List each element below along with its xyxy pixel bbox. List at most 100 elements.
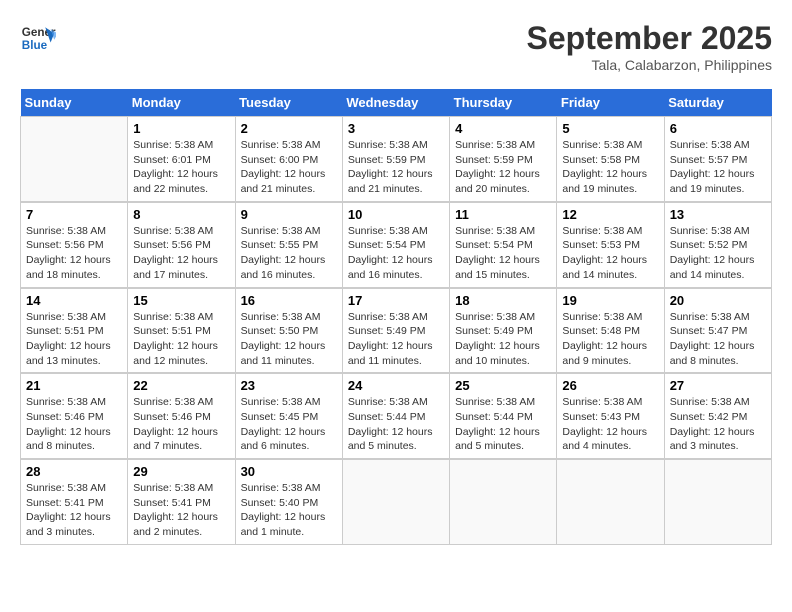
day-info: Sunrise: 5:38 AM Sunset: 6:00 PM Dayligh… [241, 138, 337, 197]
day-number: 16 [241, 293, 337, 308]
weekday-header-tuesday: Tuesday [235, 89, 342, 117]
day-number: 14 [26, 293, 122, 308]
calendar-cell [557, 459, 664, 544]
calendar-cell [342, 459, 449, 544]
day-number: 4 [455, 121, 551, 136]
weekday-header-sunday: Sunday [21, 89, 128, 117]
calendar-cell: 21Sunrise: 5:38 AM Sunset: 5:46 PM Dayli… [21, 373, 128, 459]
calendar-week-row: 14 Sunrise: 5:38 AM Sunset: 5:51 PM Dayli… [21, 288, 772, 374]
day-number: 25 [455, 378, 551, 393]
calendar-cell: 2Sunrise: 5:38 AM Sunset: 6:00 PM Daylig… [235, 117, 342, 202]
day-info: Sunrise: 5:38 AM Sunset: 5:45 PM Dayligh… [241, 395, 337, 454]
calendar-table: SundayMondayTuesdayWednesdayThursdayFrid… [20, 89, 772, 545]
calendar-cell: 8 Sunrise: 5:38 AM Sunset: 5:56 PM Daylig… [128, 202, 235, 288]
day-info: Sunrise: 5:38 AM Sunset: 5:42 PM Dayligh… [670, 395, 766, 454]
calendar-cell: 12 Sunrise: 5:38 AM Sunset: 5:53 PM Dayli… [557, 202, 664, 288]
day-info: Sunrise: 5:38 AM Sunset: 5:53 PM Dayligh… [562, 224, 658, 283]
day-info: Sunrise: 5:38 AM Sunset: 5:51 PM Dayligh… [26, 310, 122, 369]
day-info: Sunrise: 5:38 AM Sunset: 5:44 PM Dayligh… [455, 395, 551, 454]
day-info: Sunrise: 5:38 AM Sunset: 5:59 PM Dayligh… [348, 138, 444, 197]
calendar-cell: 30Sunrise: 5:38 AM Sunset: 5:40 PM Dayli… [235, 459, 342, 544]
calendar-cell: 26 Sunrise: 5:38 AM Sunset: 5:43 PM Dayli… [557, 373, 664, 459]
title-block: September 2025 Tala, Calabarzon, Philipp… [527, 20, 772, 73]
day-info: Sunrise: 5:38 AM Sunset: 5:46 PM Dayligh… [133, 395, 229, 454]
day-info: Sunrise: 5:38 AM Sunset: 5:59 PM Dayligh… [455, 138, 551, 197]
calendar-cell: 22Sunrise: 5:38 AM Sunset: 5:46 PM Dayli… [128, 373, 235, 459]
calendar-cell [21, 117, 128, 202]
location: Tala, Calabarzon, Philippines [527, 57, 772, 73]
day-info: Sunrise: 5:38 AM Sunset: 5:54 PM Dayligh… [348, 224, 444, 283]
day-number: 28 [26, 464, 122, 479]
calendar-week-row: 1Sunrise: 5:38 AM Sunset: 6:01 PM Daylig… [21, 117, 772, 202]
calendar-cell: 13 Sunrise: 5:38 AM Sunset: 5:52 PM Dayli… [664, 202, 771, 288]
day-info: Sunrise: 5:38 AM Sunset: 5:56 PM Dayligh… [133, 224, 229, 283]
day-number: 27 [670, 378, 766, 393]
day-number: 13 [670, 207, 766, 222]
calendar-cell [664, 459, 771, 544]
calendar-cell: 23 Sunrise: 5:38 AM Sunset: 5:45 PM Dayli… [235, 373, 342, 459]
day-info: Sunrise: 5:38 AM Sunset: 5:58 PM Dayligh… [562, 138, 658, 197]
calendar-cell: 18 Sunrise: 5:38 AM Sunset: 5:49 PM Dayli… [450, 288, 557, 374]
day-number: 20 [670, 293, 766, 308]
day-number: 12 [562, 207, 658, 222]
day-info: Sunrise: 5:38 AM Sunset: 5:49 PM Dayligh… [455, 310, 551, 369]
day-number: 11 [455, 207, 551, 222]
day-number: 7 [26, 207, 122, 222]
day-number: 5 [562, 121, 658, 136]
day-info: Sunrise: 5:38 AM Sunset: 5:52 PM Dayligh… [670, 224, 766, 283]
day-number: 29 [133, 464, 229, 479]
logo-icon: General Blue [20, 20, 56, 56]
day-number: 18 [455, 293, 551, 308]
calendar-cell: 4 Sunrise: 5:38 AM Sunset: 5:59 PM Daylig… [450, 117, 557, 202]
weekday-header-saturday: Saturday [664, 89, 771, 117]
day-info: Sunrise: 5:38 AM Sunset: 5:47 PM Dayligh… [670, 310, 766, 369]
day-number: 3 [348, 121, 444, 136]
calendar-cell: 16 Sunrise: 5:38 AM Sunset: 5:50 PM Dayli… [235, 288, 342, 374]
day-info: Sunrise: 5:38 AM Sunset: 5:57 PM Dayligh… [670, 138, 766, 197]
day-info: Sunrise: 5:38 AM Sunset: 5:48 PM Dayligh… [562, 310, 658, 369]
day-number: 23 [241, 378, 337, 393]
day-info: Sunrise: 5:38 AM Sunset: 5:51 PM Dayligh… [133, 310, 229, 369]
weekday-header-friday: Friday [557, 89, 664, 117]
day-info: Sunrise: 5:38 AM Sunset: 5:40 PM Dayligh… [241, 481, 337, 540]
calendar-week-row: 21 Sunrise: 5:38 AM Sunset: 5:46 PM Dayli… [21, 373, 772, 459]
weekday-header-wednesday: Wednesday [342, 89, 449, 117]
calendar-cell: 14 Sunrise: 5:38 AM Sunset: 5:51 PM Dayli… [21, 288, 128, 374]
day-info: Sunrise: 5:38 AM Sunset: 5:49 PM Dayligh… [348, 310, 444, 369]
calendar-cell: 3 Sunrise: 5:38 AM Sunset: 5:59 PM Daylig… [342, 117, 449, 202]
calendar-cell: 9 Sunrise: 5:38 AM Sunset: 5:55 PM Daylig… [235, 202, 342, 288]
day-number: 21 [26, 378, 122, 393]
day-number: 26 [562, 378, 658, 393]
page-header: General Blue September 2025 Tala, Calaba… [20, 20, 772, 73]
day-info: Sunrise: 5:38 AM Sunset: 5:41 PM Dayligh… [133, 481, 229, 540]
day-number: 8 [133, 207, 229, 222]
calendar-cell: 15 Sunrise: 5:38 AM Sunset: 5:51 PM Dayli… [128, 288, 235, 374]
day-number: 19 [562, 293, 658, 308]
day-info: Sunrise: 5:38 AM Sunset: 6:01 PM Dayligh… [133, 138, 229, 197]
calendar-cell: 29 Sunrise: 5:38 AM Sunset: 5:41 PM Dayli… [128, 459, 235, 544]
day-info: Sunrise: 5:38 AM Sunset: 5:50 PM Dayligh… [241, 310, 337, 369]
day-number: 9 [241, 207, 337, 222]
calendar-cell: 28 Sunrise: 5:38 AM Sunset: 5:41 PM Dayli… [21, 459, 128, 544]
svg-text:Blue: Blue [22, 39, 48, 52]
weekday-header-thursday: Thursday [450, 89, 557, 117]
calendar-cell: 6Sunrise: 5:38 AM Sunset: 5:57 PM Daylig… [664, 117, 771, 202]
logo: General Blue [20, 20, 56, 56]
month-title: September 2025 [527, 20, 772, 57]
day-number: 15 [133, 293, 229, 308]
calendar-cell: 27 Sunrise: 5:38 AM Sunset: 5:42 PM Dayli… [664, 373, 771, 459]
day-info: Sunrise: 5:38 AM Sunset: 5:54 PM Dayligh… [455, 224, 551, 283]
calendar-cell: 1Sunrise: 5:38 AM Sunset: 6:01 PM Daylig… [128, 117, 235, 202]
weekday-header-monday: Monday [128, 89, 235, 117]
day-info: Sunrise: 5:38 AM Sunset: 5:41 PM Dayligh… [26, 481, 122, 540]
day-info: Sunrise: 5:38 AM Sunset: 5:43 PM Dayligh… [562, 395, 658, 454]
day-info: Sunrise: 5:38 AM Sunset: 5:56 PM Dayligh… [26, 224, 122, 283]
calendar-cell: 11 Sunrise: 5:38 AM Sunset: 5:54 PM Dayli… [450, 202, 557, 288]
day-info: Sunrise: 5:38 AM Sunset: 5:44 PM Dayligh… [348, 395, 444, 454]
day-number: 24 [348, 378, 444, 393]
day-info: Sunrise: 5:38 AM Sunset: 5:55 PM Dayligh… [241, 224, 337, 283]
day-number: 10 [348, 207, 444, 222]
calendar-cell: 5 Sunrise: 5:38 AM Sunset: 5:58 PM Daylig… [557, 117, 664, 202]
calendar-cell: 17Sunrise: 5:38 AM Sunset: 5:49 PM Dayli… [342, 288, 449, 374]
weekday-header-row: SundayMondayTuesdayWednesdayThursdayFrid… [21, 89, 772, 117]
